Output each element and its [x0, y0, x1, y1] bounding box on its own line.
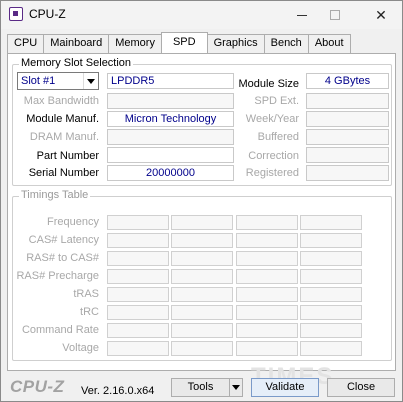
timing-label: RAS# to CAS# — [26, 252, 99, 264]
validate-button[interactable]: Validate — [251, 378, 319, 397]
timing-cell — [107, 341, 169, 356]
timing-cell — [171, 323, 233, 338]
tab-graphics[interactable]: Graphics — [206, 34, 265, 53]
buffered-field — [306, 129, 389, 145]
timing-cell — [107, 269, 169, 284]
tab-mainboard[interactable]: Mainboard — [43, 34, 110, 53]
part-number-label: Part Number — [36, 150, 99, 162]
maximize-button[interactable] — [315, 1, 355, 29]
module-size-field: 4 GBytes — [306, 73, 389, 89]
week-year-label: Week/Year — [245, 113, 299, 125]
registered-field — [306, 165, 389, 181]
maximize-icon — [330, 10, 340, 20]
timing-cell — [300, 305, 362, 320]
timing-cell — [300, 323, 362, 338]
timing-cell — [107, 287, 169, 302]
timing-label: tRAS — [73, 288, 99, 300]
tab-bar: CPU Mainboard Memory SPD Graphics Bench … — [7, 32, 351, 54]
timing-cell — [300, 215, 362, 230]
registered-label: Registered — [245, 167, 299, 179]
max-bandwidth-field — [107, 93, 234, 109]
timing-cell — [300, 233, 362, 248]
week-year-field — [306, 111, 389, 127]
correction-field — [306, 147, 389, 163]
timings-group-title: Timings Table — [19, 189, 91, 201]
title-bar[interactable]: CPU-Z ✕ — [1, 1, 402, 29]
dram-manuf-label: DRAM Manuf. — [29, 131, 99, 143]
timing-cell — [171, 287, 233, 302]
timing-cell — [236, 251, 298, 266]
timing-cell — [236, 215, 298, 230]
timing-cell — [300, 269, 362, 284]
buffered-label: Buffered — [257, 131, 299, 143]
tools-dropdown-button[interactable] — [229, 378, 243, 397]
serial-number-field: 20000000 — [107, 165, 234, 181]
timing-cell — [107, 233, 169, 248]
tab-memory[interactable]: Memory — [108, 34, 162, 53]
timing-cell — [171, 251, 233, 266]
timing-cell — [107, 305, 169, 320]
timing-cell — [171, 269, 233, 284]
cpuz-app-icon — [9, 7, 23, 21]
serial-number-label: Serial Number — [28, 167, 99, 179]
timing-label: Frequency — [47, 216, 99, 228]
cpuz-brand-logo: CPU-Z — [10, 377, 65, 396]
part-number-field — [107, 147, 234, 163]
tools-button[interactable]: Tools — [171, 378, 230, 397]
chevron-down-icon — [83, 73, 98, 89]
timing-cell — [171, 305, 233, 320]
tab-bench[interactable]: Bench — [263, 34, 309, 53]
max-bandwidth-label: Max Bandwidth — [23, 95, 99, 107]
window-title: CPU-Z — [29, 7, 66, 21]
timing-cell — [236, 323, 298, 338]
timing-cell — [171, 233, 233, 248]
spd-ext-field — [306, 93, 389, 109]
timing-cell — [107, 215, 169, 230]
spd-ext-label: SPD Ext. — [254, 95, 299, 107]
timing-label: RAS# Precharge — [16, 270, 99, 282]
timing-cell — [236, 233, 298, 248]
timing-cell — [300, 251, 362, 266]
timing-label: CAS# Latency — [28, 234, 99, 246]
module-manuf-field: Micron Technology — [107, 111, 234, 127]
close-window-button[interactable]: ✕ — [361, 1, 401, 29]
timing-label: Command Rate — [21, 324, 99, 336]
tab-spd[interactable]: SPD — [160, 32, 208, 53]
timing-cell — [236, 269, 298, 284]
slot-select[interactable]: Slot #1 — [17, 72, 99, 90]
timing-cell — [300, 287, 362, 302]
timing-cell — [236, 305, 298, 320]
timing-cell — [171, 341, 233, 356]
minimize-icon — [297, 14, 307, 16]
timing-label: Voltage — [62, 342, 99, 354]
close-button[interactable]: Close — [327, 378, 395, 397]
correction-label: Correction — [248, 150, 299, 162]
timing-cell — [107, 251, 169, 266]
slot-select-value: Slot #1 — [21, 75, 56, 87]
timing-cell — [236, 341, 298, 356]
timing-cell — [107, 323, 169, 338]
dram-manuf-field — [107, 129, 234, 145]
module-size-label: Module Size — [238, 78, 299, 90]
timing-cell — [300, 341, 362, 356]
timing-label: tRC — [80, 306, 99, 318]
version-label: Ver. 2.16.0.x64 — [81, 385, 155, 397]
cpuz-window: CPU-Z ✕ CPU Mainboard Memory SPD Graphic… — [0, 0, 403, 402]
tab-cpu[interactable]: CPU — [7, 34, 45, 53]
tab-about[interactable]: About — [307, 34, 351, 53]
timing-cell — [171, 215, 233, 230]
chevron-down-icon — [232, 385, 240, 390]
timing-cell — [236, 287, 298, 302]
memory-slot-group-title: Memory Slot Selection — [19, 57, 134, 69]
module-manuf-label: Module Manuf. — [26, 113, 99, 125]
memory-type-field: LPDDR5 — [107, 73, 234, 89]
